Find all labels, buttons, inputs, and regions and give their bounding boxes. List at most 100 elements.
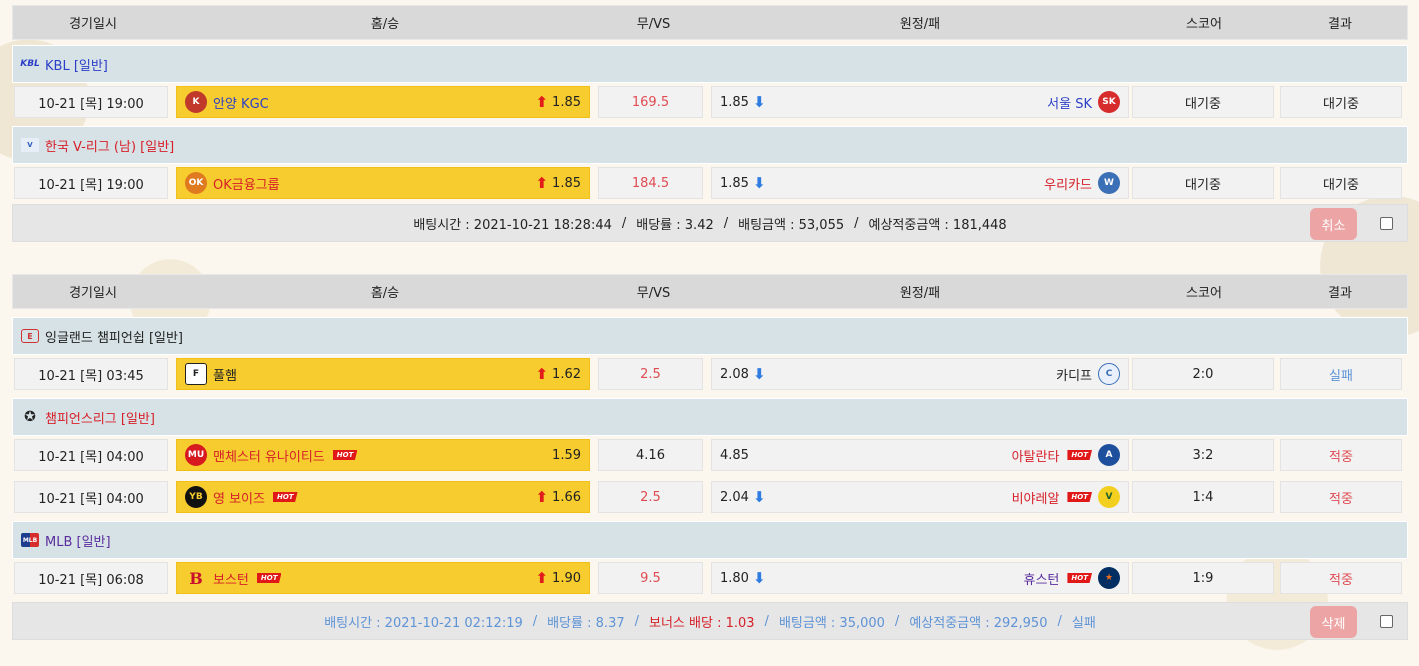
arrow-up-icon: ⬆	[535, 173, 549, 192]
hot-badge: HOT	[1067, 492, 1092, 502]
sk-logo-icon: SK	[1098, 91, 1120, 113]
table-header: 경기일시 홈/승 무/VS 원정/패 스코어 결과	[12, 5, 1408, 40]
woori-logo-icon: W	[1098, 172, 1120, 194]
league-name: KBL [일반]	[45, 58, 108, 74]
bet-rate: 배당률 : 8.37	[547, 615, 625, 631]
hot-badge: HOT	[1067, 573, 1092, 583]
bet-slip-1: 경기일시 홈/승 무/VS 원정/패 스코어 결과 KBL KBL [일반] 1…	[12, 5, 1408, 242]
draw-value[interactable]: 2.5	[598, 358, 703, 390]
villarreal-logo-icon: V	[1098, 486, 1120, 508]
hot-badge: HOT	[272, 492, 298, 502]
league-row-mlb: MLB MLB [일반]	[12, 521, 1408, 559]
header-score: 스코어	[1186, 286, 1222, 301]
match-result: 적중	[1280, 439, 1402, 471]
match-result: 적중	[1280, 562, 1402, 594]
home-pick[interactable]: MU 맨체스터 유나이티드 HOT 1.59	[176, 439, 590, 471]
header-draw: 무/VS	[636, 286, 671, 301]
header-away: 원정/패	[899, 17, 941, 32]
bet-summary: 배팅시간 : 2021-10-21 18:28:44 / 배당률 : 3.42 …	[12, 204, 1408, 242]
home-team-name: 맨체스터 유나이티드	[213, 449, 325, 465]
select-checkbox[interactable]	[1380, 615, 1393, 628]
select-checkbox[interactable]	[1380, 217, 1393, 230]
bet-amount: 배팅금액 : 35,000	[778, 615, 885, 631]
bonus-rate: 보너스 배당 : 1.03	[649, 615, 755, 631]
header-result: 결과	[1328, 286, 1352, 301]
young-boys-logo-icon: YB	[185, 486, 207, 508]
match-date: 10-21 [목] 19:00	[14, 167, 168, 199]
match-date: 10-21 [목] 03:45	[14, 358, 168, 390]
away-odds: 2.04	[720, 489, 749, 505]
kgc-logo-icon: K	[185, 91, 207, 113]
draw-value[interactable]: 184.5	[598, 167, 703, 199]
away-pick[interactable]: 2.04 ⬇ 비야레알 HOT V	[711, 481, 1129, 513]
match-row: 10-21 [목] 19:00 OK OK금융그룹 ⬆ 1.85 184.5 1…	[12, 164, 1408, 202]
away-team-name: 카디프	[1056, 368, 1092, 384]
away-pick[interactable]: 2.08 ⬇ 카디프 C	[711, 358, 1129, 390]
championship-logo-icon: E	[21, 329, 39, 343]
league-name: 잉글랜드 챔피언쉽 [일반]	[45, 330, 184, 346]
away-odds: 1.85	[720, 94, 749, 110]
match-score: 대기중	[1132, 167, 1274, 199]
arrow-up-icon: ⬆	[535, 568, 549, 587]
hot-badge: HOT	[256, 573, 282, 583]
bet-status: 실패	[1071, 615, 1096, 631]
draw-value[interactable]: 9.5	[598, 562, 703, 594]
home-pick[interactable]: OK OK금융그룹 ⬆ 1.85	[176, 167, 590, 199]
table-header: 경기일시 홈/승 무/VS 원정/패 스코어 결과	[12, 274, 1408, 309]
league-row-kbl: KBL KBL [일반]	[12, 45, 1408, 83]
draw-value[interactable]: 169.5	[598, 86, 703, 118]
league-row-championship: E 잉글랜드 챔피언쉽 [일반]	[12, 317, 1408, 355]
mlb-logo-icon: MLB	[21, 533, 39, 547]
match-row: 10-21 [목] 06:08 B 보스턴 HOT ⬆ 1.90 9.5 1.8…	[12, 559, 1408, 597]
header-date: 경기일시	[69, 286, 117, 301]
away-odds: 4.85	[720, 447, 749, 463]
header-home: 홈/승	[370, 286, 400, 301]
header-home: 홈/승	[370, 17, 400, 32]
match-row: 10-21 [목] 03:45 F 풀햄 ⬆ 1.62 2.5 2.08 ⬇ 카…	[12, 355, 1408, 393]
league-row-champions-league: ✪ 챔피언스리그 [일반]	[12, 398, 1408, 436]
draw-value[interactable]: 2.5	[598, 481, 703, 513]
home-team-name: OK금융그룹	[213, 177, 280, 193]
home-pick[interactable]: B 보스턴 HOT ⬆ 1.90	[176, 562, 590, 594]
home-pick[interactable]: K 안양 KGC ⬆ 1.85	[176, 86, 590, 118]
home-pick[interactable]: F 풀햄 ⬆ 1.62	[176, 358, 590, 390]
header-score: 스코어	[1186, 17, 1222, 32]
home-odds: 1.59	[552, 447, 581, 463]
arrow-down-icon: ⬇	[752, 364, 766, 383]
home-odds: 1.66	[552, 489, 581, 505]
away-team-name: 아탈란타	[1011, 449, 1060, 465]
away-odds: 2.08	[720, 366, 749, 382]
away-pick[interactable]: 4.85 아탈란타 HOT A	[711, 439, 1129, 471]
cancel-button[interactable]: 취소	[1310, 208, 1357, 240]
delete-button[interactable]: 삭제	[1310, 606, 1357, 638]
arrow-down-icon: ⬇	[752, 173, 766, 192]
header-draw: 무/VS	[636, 17, 671, 32]
away-odds: 1.80	[720, 570, 749, 586]
bet-slip-2: 경기일시 홈/승 무/VS 원정/패 스코어 결과 E 잉글랜드 챔피언쉽 [일…	[12, 274, 1408, 640]
match-date: 10-21 [목] 06:08	[14, 562, 168, 594]
header-date: 경기일시	[69, 17, 117, 32]
match-score: 3:2	[1132, 439, 1274, 471]
houston-logo-icon: ★	[1098, 567, 1120, 589]
match-result: 실패	[1280, 358, 1402, 390]
atalanta-logo-icon: A	[1098, 444, 1120, 466]
away-pick[interactable]: 1.80 ⬇ 휴스턴 HOT ★	[711, 562, 1129, 594]
match-result: 적중	[1280, 481, 1402, 513]
hot-badge: HOT	[1067, 450, 1092, 460]
boston-logo-icon: B	[189, 568, 203, 588]
league-name: MLB [일반]	[45, 534, 111, 550]
cardiff-logo-icon: C	[1098, 363, 1120, 385]
match-row: 10-21 [목] 04:00 MU 맨체스터 유나이티드 HOT 1.59 4…	[12, 436, 1408, 474]
away-team-name: 우리카드	[1044, 177, 1092, 193]
away-pick[interactable]: 1.85 ⬇ 서울 SK SK	[711, 86, 1129, 118]
header-result: 결과	[1328, 17, 1352, 32]
league-name: 챔피언스리그 [일반]	[45, 411, 155, 427]
match-date: 10-21 [목] 04:00	[14, 481, 168, 513]
kbl-logo-icon: KBL	[20, 59, 40, 69]
bet-amount: 배팅금액 : 53,055	[738, 217, 845, 233]
home-team-name: 영 보이즈	[213, 491, 265, 507]
draw-value[interactable]: 4.16	[598, 439, 703, 471]
away-pick[interactable]: 1.85 ⬇ 우리카드 W	[711, 167, 1129, 199]
hot-badge: HOT	[332, 450, 358, 460]
home-pick[interactable]: YB 영 보이즈 HOT ⬆ 1.66	[176, 481, 590, 513]
